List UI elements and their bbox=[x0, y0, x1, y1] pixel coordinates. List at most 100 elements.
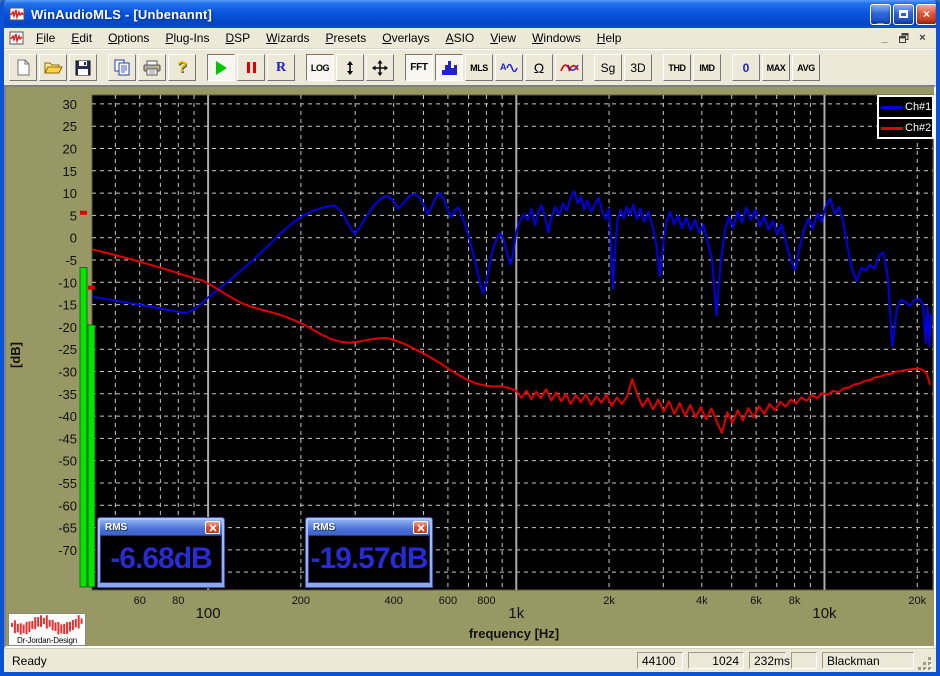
mls-button[interactable]: MLS bbox=[465, 54, 493, 81]
legend-item-ch1: Ch#1 bbox=[879, 97, 932, 117]
menu-asio[interactable]: ASIO bbox=[438, 29, 483, 48]
menu-options[interactable]: Options bbox=[100, 29, 157, 48]
x-tick-label: 60 bbox=[134, 595, 146, 607]
record-button[interactable]: R bbox=[267, 54, 295, 81]
scope-button[interactable]: A bbox=[495, 54, 523, 81]
spectrum-button[interactable] bbox=[435, 54, 463, 81]
y-tick-label: 25 bbox=[63, 119, 77, 134]
menu-overlays[interactable]: Overlays bbox=[374, 29, 437, 48]
rms-close-button[interactable] bbox=[205, 521, 220, 534]
titlebar[interactable]: WinAudioMLS - [Unbenannt] _ × bbox=[0, 0, 940, 28]
y-tick-label: 30 bbox=[63, 97, 77, 112]
menu-help[interactable]: Help bbox=[589, 29, 630, 48]
reset-button[interactable]: 0 bbox=[732, 54, 760, 81]
maximize-button[interactable] bbox=[893, 4, 914, 25]
rms-window-title: RMS bbox=[105, 522, 205, 533]
save-button[interactable] bbox=[69, 54, 97, 81]
y-tick-label: 10 bbox=[63, 186, 77, 201]
menu-presets[interactable]: Presets bbox=[318, 29, 375, 48]
threed-button[interactable]: 3D bbox=[624, 54, 652, 81]
rms-window-titlebar[interactable]: RMS bbox=[308, 520, 430, 535]
mdi-restore-button[interactable] bbox=[895, 31, 912, 46]
play-button[interactable] bbox=[207, 54, 235, 81]
y-tick-label: -65 bbox=[58, 521, 77, 536]
vendor-logo: Dr-Jordan-Design bbox=[8, 613, 86, 646]
pause-button[interactable] bbox=[237, 54, 265, 81]
status-time: 232ms bbox=[749, 652, 786, 669]
vertical-arrows-icon bbox=[345, 59, 355, 77]
y-tick-label: 5 bbox=[70, 208, 77, 223]
vendor-logo-text: Dr-Jordan-Design bbox=[9, 636, 85, 645]
thd-button[interactable]: THD bbox=[663, 54, 691, 81]
max-hold-button[interactable]: MAX bbox=[762, 54, 790, 81]
new-button[interactable] bbox=[9, 54, 37, 81]
status-bar: Ready 44100 1024 232ms Blackman bbox=[4, 648, 936, 672]
mdi-close-button[interactable]: × bbox=[914, 31, 931, 46]
menu-plugins[interactable]: Plug-Ins bbox=[157, 29, 217, 48]
document-icon[interactable] bbox=[9, 31, 24, 45]
log-scale-button[interactable]: LOG bbox=[306, 54, 334, 81]
open-folder-icon bbox=[44, 60, 63, 75]
status-samplerate: 44100 bbox=[637, 652, 683, 669]
fit-vertical-button[interactable] bbox=[336, 54, 364, 81]
imd-button[interactable]: IMD bbox=[693, 54, 721, 81]
pan-button[interactable] bbox=[366, 54, 394, 81]
ch1-line-swatch bbox=[881, 106, 903, 109]
rms-window-ch2[interactable]: RMS -19.57dB bbox=[305, 517, 433, 588]
rms-value-display: -19.57dB bbox=[308, 535, 430, 583]
menu-windows[interactable]: Windows bbox=[524, 29, 589, 48]
ch2-line-swatch bbox=[881, 127, 903, 130]
menu-edit[interactable]: Edit bbox=[63, 29, 100, 48]
y-tick-label: -70 bbox=[58, 543, 77, 558]
copy-button[interactable] bbox=[108, 54, 136, 81]
y-tick-label: -20 bbox=[58, 320, 77, 335]
x-tick-label: 400 bbox=[384, 595, 402, 607]
x-decade-label: 100 bbox=[196, 605, 221, 622]
menu-view[interactable]: View bbox=[482, 29, 524, 48]
minimize-icon: _ bbox=[877, 11, 884, 25]
x-axis-title: frequency [Hz] bbox=[469, 626, 559, 641]
y-tick-label: -40 bbox=[58, 409, 77, 424]
status-empty bbox=[791, 652, 817, 669]
rms-close-button[interactable] bbox=[413, 521, 428, 534]
rms-value-ch2: -19.57dB bbox=[310, 542, 427, 576]
signal-generator-button[interactable]: Sg bbox=[594, 54, 622, 81]
curves-button[interactable] bbox=[555, 54, 583, 81]
x-tick-label: 800 bbox=[477, 595, 495, 607]
open-button[interactable] bbox=[39, 54, 67, 81]
resize-grip[interactable] bbox=[918, 657, 933, 672]
y-tick-label: 20 bbox=[63, 142, 77, 157]
x-decade-label: 10k bbox=[812, 605, 837, 622]
menu-wizards[interactable]: Wizards bbox=[258, 29, 317, 48]
fft-button[interactable]: FFT bbox=[405, 54, 433, 81]
legend-item-ch2: Ch#2 bbox=[879, 117, 932, 137]
printer-icon bbox=[143, 60, 161, 76]
avg-button[interactable]: AVG bbox=[792, 54, 820, 81]
x-tick-label: 8k bbox=[789, 595, 801, 607]
print-button[interactable] bbox=[138, 54, 166, 81]
x-tick-label: 4k bbox=[696, 595, 708, 607]
y-tick-label: -15 bbox=[58, 298, 77, 313]
close-icon bbox=[417, 524, 425, 532]
help-button[interactable]: ? bbox=[168, 54, 196, 81]
app-icon bbox=[9, 6, 25, 22]
maximize-icon bbox=[899, 10, 908, 18]
close-button[interactable]: × bbox=[916, 4, 937, 25]
plot-background bbox=[92, 95, 933, 590]
menu-dsp[interactable]: DSP bbox=[217, 29, 258, 48]
x-decade-label: 1k bbox=[508, 605, 524, 622]
y-tick-label: -45 bbox=[58, 431, 77, 446]
peak-marker-ch2 bbox=[88, 286, 95, 290]
minimize-button[interactable]: _ bbox=[870, 4, 891, 25]
rms-window-titlebar[interactable]: RMS bbox=[100, 520, 222, 535]
rms-window-ch1[interactable]: RMS -6.68dB bbox=[97, 517, 225, 588]
y-tick-label: 15 bbox=[63, 164, 77, 179]
rms-window-title: RMS bbox=[313, 522, 413, 533]
impedance-button[interactable]: Ω bbox=[525, 54, 553, 81]
mdi-minimize-button[interactable]: _ bbox=[876, 31, 893, 46]
restore-icon bbox=[899, 33, 909, 43]
rms-value-display: -6.68dB bbox=[100, 535, 222, 583]
peak-marker-ch1 bbox=[80, 211, 87, 215]
rms-value-ch1: -6.68dB bbox=[110, 542, 211, 576]
menu-file[interactable]: File bbox=[28, 29, 63, 48]
